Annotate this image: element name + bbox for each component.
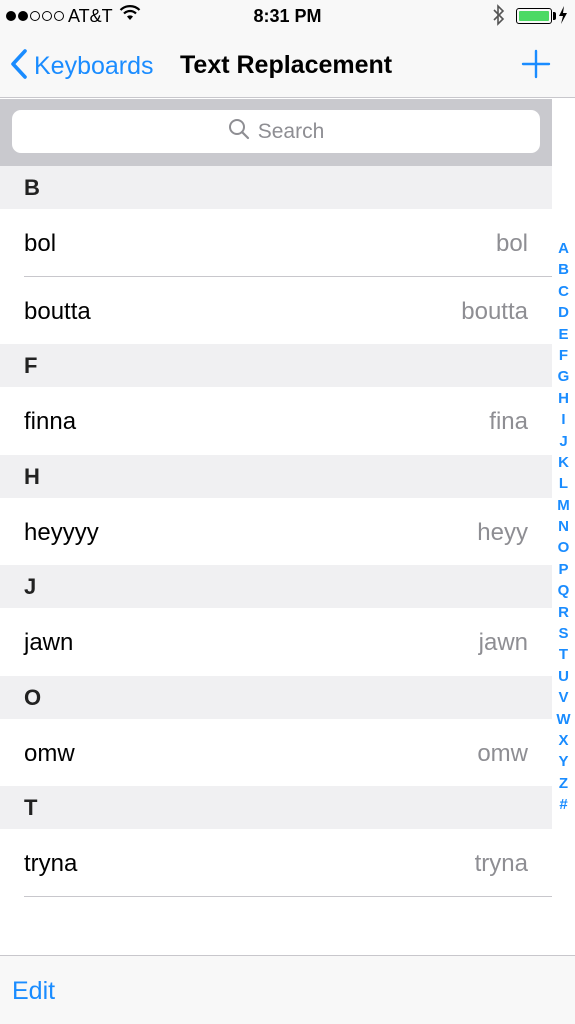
bottom-toolbar: Edit: [0, 955, 575, 1024]
chevron-left-icon: [10, 48, 28, 85]
index-letter[interactable]: Y: [558, 751, 568, 772]
index-letter[interactable]: B: [558, 259, 569, 280]
index-letter[interactable]: D: [558, 302, 569, 323]
phrase-label: omw: [24, 740, 75, 767]
search-input[interactable]: Search: [12, 110, 540, 153]
list-item[interactable]: tryna tryna: [0, 829, 552, 897]
charging-icon: [558, 5, 568, 30]
phrase-label: heyyyy: [24, 519, 99, 546]
index-letter[interactable]: X: [558, 730, 568, 751]
index-letter[interactable]: V: [558, 687, 568, 708]
add-button[interactable]: [520, 48, 552, 85]
section-header-h: H: [0, 455, 552, 498]
shortcut-label: boutta: [461, 298, 528, 325]
index-letter[interactable]: #: [559, 794, 567, 815]
shortcut-label: fina: [489, 408, 528, 435]
phrase-label: finna: [24, 408, 77, 435]
index-letter[interactable]: I: [561, 409, 565, 430]
phrase-label: jawn: [24, 629, 74, 656]
status-bar: AT&T 8:31 PM: [0, 0, 575, 34]
list-item[interactable]: omw omw: [0, 719, 552, 787]
shortcut-label: heyy: [477, 519, 528, 546]
index-letter[interactable]: A: [558, 238, 569, 259]
index-letter[interactable]: R: [558, 602, 569, 623]
index-letter[interactable]: N: [558, 516, 569, 537]
section-header-o: O: [0, 676, 552, 719]
index-letter[interactable]: K: [558, 452, 569, 473]
back-button-label: Keyboards: [34, 52, 154, 80]
index-letter[interactable]: O: [558, 537, 570, 558]
battery-icon: [516, 8, 552, 24]
shortcut-label: jawn: [478, 629, 528, 656]
section-letter: F: [24, 353, 38, 378]
section-index[interactable]: A B C D E F G H I J K L M N O P Q R S T U V W X Y Z #: [552, 238, 575, 816]
shortcut-label: bol: [495, 230, 528, 257]
back-button[interactable]: Keyboards: [10, 48, 154, 85]
row-divider: [24, 896, 552, 897]
index-letter[interactable]: U: [558, 666, 569, 687]
section-header-f: F: [0, 344, 552, 387]
shortcut-label: tryna: [474, 850, 528, 877]
index-letter[interactable]: T: [559, 644, 568, 665]
shortcut-label: omw: [477, 740, 528, 767]
search-icon: [228, 118, 250, 145]
phrase-label: bol: [24, 230, 57, 257]
index-letter[interactable]: J: [559, 431, 567, 452]
plus-icon: [520, 49, 552, 84]
page-title: Text Replacement: [180, 51, 393, 79]
section-letter: O: [24, 685, 42, 710]
section-letter: H: [24, 464, 40, 489]
index-letter[interactable]: P: [558, 559, 568, 580]
index-letter[interactable]: H: [558, 388, 569, 409]
index-letter[interactable]: E: [558, 324, 568, 345]
section-header-j: J: [0, 565, 552, 608]
list-item[interactable]: bol bol: [0, 209, 552, 277]
list-item[interactable]: jawn jawn: [0, 608, 552, 676]
section-letter: J: [24, 574, 37, 599]
status-time: 8:31 PM: [253, 6, 322, 26]
index-letter[interactable]: G: [558, 366, 570, 387]
section-letter: T: [24, 795, 38, 820]
list-item[interactable]: finna fina: [0, 387, 552, 455]
index-letter[interactable]: F: [559, 345, 568, 366]
index-letter[interactable]: C: [558, 281, 569, 302]
index-letter[interactable]: S: [558, 623, 568, 644]
navigation-bar: Keyboards Text Replacement: [0, 34, 575, 98]
list-item[interactable]: heyyyy heyy: [0, 498, 552, 566]
list-item[interactable]: boutta boutta: [0, 277, 552, 345]
edit-button[interactable]: Edit: [12, 977, 55, 1006]
index-letter[interactable]: Z: [559, 773, 568, 794]
bluetooth-icon: [492, 4, 506, 31]
section-header-b: B: [0, 166, 552, 209]
search-placeholder: Search: [257, 119, 325, 143]
index-letter[interactable]: L: [559, 473, 568, 494]
index-letter[interactable]: W: [556, 709, 570, 730]
section-header-t: T: [0, 786, 552, 829]
phrase-label: tryna: [24, 850, 78, 877]
phrase-label: boutta: [24, 298, 91, 325]
section-letter: B: [24, 175, 40, 200]
search-bar: Search: [0, 99, 552, 166]
index-letter[interactable]: Q: [558, 580, 570, 601]
index-letter[interactable]: M: [557, 495, 570, 516]
battery-tip: [553, 12, 556, 20]
